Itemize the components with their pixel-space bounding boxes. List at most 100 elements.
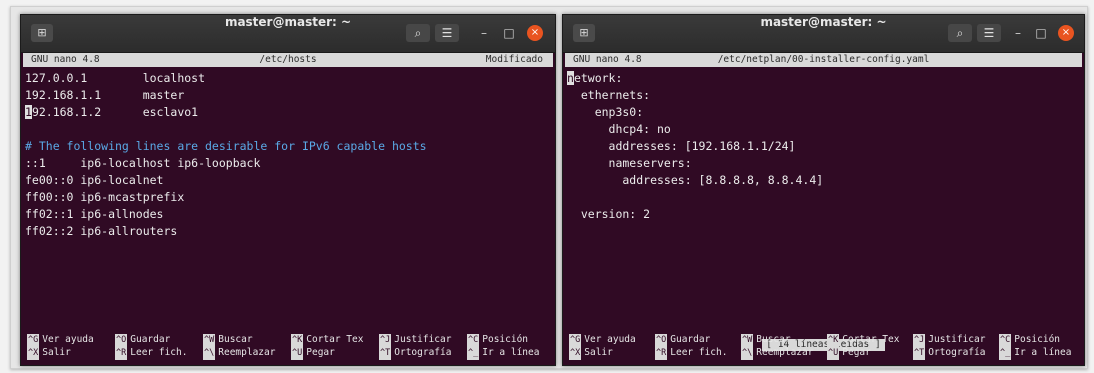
editor-line[interactable]: # The following lines are desirable for … — [25, 138, 551, 155]
editor-line[interactable] — [25, 121, 551, 138]
editor-line[interactable]: ethernets: — [567, 87, 1080, 104]
shortcut-item[interactable]: ^K Cortar Tex — [827, 333, 900, 347]
shortcut-label: Cortar Tex — [842, 334, 900, 345]
shortcut-label: Cortar Tex — [306, 334, 364, 345]
shortcut-key: ^R — [655, 347, 668, 360]
shortcut-label: Pegar — [842, 347, 871, 358]
shortcut-item[interactable]: ^R Leer fich. — [115, 346, 187, 360]
shortcut-item[interactable]: ^J Justificar — [913, 333, 986, 347]
shortcut-label: Reemplazar — [218, 347, 276, 358]
shortcut-bar: ^G Ver ayuda ^O Guardar ^W Buscar ^K Cortar Tex… — [565, 333, 1082, 360]
shortcut-label: Posición — [1014, 334, 1061, 345]
shortcut-item[interactable]: ^O Guardar — [655, 333, 711, 347]
shortcut-item[interactable]: ^W Buscar — [741, 333, 791, 347]
shortcut-key: ^X — [569, 347, 582, 360]
shortcut-label: Guardar — [130, 334, 171, 345]
maximize-icon[interactable]: □ — [501, 25, 517, 41]
editor-line[interactable]: 127.0.0.1 localhost — [25, 70, 551, 87]
shortcut-item[interactable]: ^G Ver ayuda — [27, 333, 94, 347]
maximize-icon[interactable]: □ — [1033, 25, 1049, 41]
shortcut-item[interactable]: ^T Ortografía — [379, 346, 452, 360]
shortcut-label: Justificar — [394, 334, 452, 345]
editor-line[interactable]: ff00::0 ip6-mcastprefix — [25, 189, 551, 206]
shortcut-item[interactable]: ^\ Reemplazar — [741, 346, 814, 360]
editor-line[interactable]: network: — [567, 70, 1080, 87]
shortcut-label: Justificar — [928, 334, 986, 345]
minimize-icon[interactable]: – — [476, 25, 492, 41]
title-bar[interactable]: ⊞ master@master: ~ ⌕ ☰ – □ × — [21, 15, 555, 53]
editor-line[interactable]: nameservers: — [567, 155, 1080, 172]
shortcut-item[interactable]: ^K Cortar Tex — [291, 333, 364, 347]
editor-content[interactable]: 127.0.0.1 localhost 192.168.1.1 master 192… — [25, 70, 551, 240]
close-icon[interactable]: × — [1058, 25, 1074, 41]
editor-line[interactable]: fe00::0 ip6-localnet — [25, 172, 551, 189]
editor-line[interactable]: 192.168.1.2 esclavo1 — [25, 104, 551, 121]
modified-flag: Modificado — [485, 54, 543, 65]
minimize-icon[interactable]: – — [1010, 25, 1026, 41]
shortcut-key: ^T — [379, 347, 392, 360]
menu-icon[interactable]: ☰ — [435, 24, 459, 42]
shortcut-label: Posición — [482, 334, 529, 345]
shortcut-key: ^R — [115, 347, 128, 360]
nano-header: GNU nano 4.8 /etc/netplan/00-installer-c… — [565, 53, 1082, 67]
shortcut-item[interactable]: ^J Justificar — [379, 333, 452, 347]
shortcut-label: Guardar — [670, 334, 711, 345]
shortcut-label: Ir a línea — [1014, 347, 1072, 358]
editor-line[interactable]: ff02::2 ip6-allrouters — [25, 223, 551, 240]
shortcut-item[interactable]: ^X Salir — [27, 346, 71, 360]
shortcut-item[interactable]: ^R Leer fich. — [655, 346, 728, 360]
file-name: /etc/hosts — [259, 54, 317, 65]
shortcut-item[interactable]: ^X Salir — [569, 346, 613, 360]
shortcut-key: ^T — [913, 347, 926, 360]
editor-line[interactable] — [567, 189, 1080, 206]
shortcut-label: Buscar — [756, 334, 791, 345]
shortcut-item[interactable]: ^\ Reemplazar — [203, 346, 276, 360]
title-bar[interactable]: ⊞ master@master: ~ ⌕ ☰ – □ × — [563, 15, 1084, 53]
shortcut-item[interactable]: ^U Pegar — [827, 346, 871, 360]
shortcut-label: Ortografía — [394, 347, 452, 358]
editor-line[interactable]: addresses: [192.168.1.1/24] — [567, 138, 1080, 155]
nano-header: GNU nano 4.8 /etc/hosts Modificado — [23, 53, 553, 67]
shortcut-label: Ortografía — [928, 347, 986, 358]
terminal-window-netplan[interactable]: ⊞ master@master: ~ ⌕ ☰ – □ × GNU nano 4.… — [562, 14, 1085, 366]
shortcut-key: ^U — [827, 347, 840, 360]
shortcut-label: Salir — [42, 347, 71, 358]
shortcut-item[interactable]: ^_ Ir a línea — [467, 346, 540, 360]
shortcut-label: Ir a línea — [482, 347, 540, 358]
menu-icon[interactable]: ☰ — [977, 24, 1001, 42]
shortcut-label: Salir — [584, 347, 613, 358]
shortcut-key: ^_ — [999, 347, 1012, 360]
editor-line[interactable]: ::1 ip6-localhost ip6-loopback — [25, 155, 551, 172]
shortcut-label: Ver ayuda — [42, 334, 94, 345]
shortcut-label: Reemplazar — [756, 347, 814, 358]
text-cursor: 1 — [25, 105, 32, 119]
shortcut-item[interactable]: ^_ Ir a línea — [999, 346, 1072, 360]
shortcut-key: ^_ — [467, 347, 480, 360]
file-name: /etc/netplan/00-installer-config.yaml — [717, 54, 930, 65]
editor-line[interactable]: 192.168.1.1 master — [25, 87, 551, 104]
editor-line[interactable]: dhcp4: no — [567, 121, 1080, 138]
shortcut-item[interactable]: ^U Pegar — [291, 346, 335, 360]
text-cursor: n — [567, 71, 574, 85]
editor-line[interactable]: enp3s0: — [567, 104, 1080, 121]
terminal-window-hosts[interactable]: ⊞ master@master: ~ ⌕ ☰ – □ × GNU nano 4.… — [20, 14, 556, 366]
close-icon[interactable]: × — [527, 25, 543, 41]
editor-content[interactable]: network: ethernets: enp3s0: dhcp4: no ad… — [567, 70, 1080, 223]
window-title: master@master: ~ — [760, 15, 887, 29]
editor-line[interactable]: version: 2 — [567, 206, 1080, 223]
shortcut-item[interactable]: ^C Posición — [999, 333, 1061, 347]
shortcut-item[interactable]: ^O Guardar — [115, 333, 171, 347]
search-icon[interactable]: ⌕ — [948, 24, 972, 42]
editor-line[interactable]: ff02::1 ip6-allnodes — [25, 206, 551, 223]
search-icon[interactable]: ⌕ — [406, 24, 430, 42]
editor-line[interactable]: addresses: [8.8.8.8, 8.8.4.4] — [567, 172, 1080, 189]
shortcut-item[interactable]: ^C Posición — [467, 333, 529, 347]
shortcut-bar: ^G Ver ayuda ^O Guardar ^W Buscar ^K Cortar Tex… — [23, 333, 553, 360]
shortcut-item[interactable]: ^G Ver ayuda — [569, 333, 636, 347]
shortcut-label: Leer fich. — [670, 347, 728, 358]
line-text: etwork: — [573, 71, 623, 85]
shortcut-key: ^\ — [741, 347, 754, 360]
shortcut-label: Pegar — [306, 347, 335, 358]
shortcut-item[interactable]: ^T Ortografía — [913, 346, 986, 360]
shortcut-item[interactable]: ^W Buscar — [203, 333, 253, 347]
